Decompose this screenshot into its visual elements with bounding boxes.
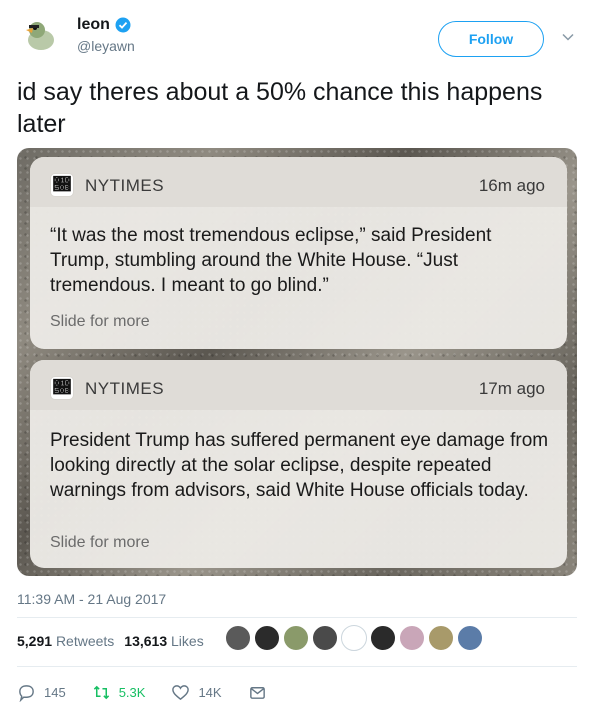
slide-hint: Slide for more bbox=[50, 313, 150, 330]
liker-avatar[interactable] bbox=[254, 625, 280, 651]
liker-avatars bbox=[225, 625, 483, 655]
user-handle[interactable]: @leyawn bbox=[77, 38, 135, 54]
retweet-count: 5.3K bbox=[118, 684, 146, 700]
reply-icon bbox=[19, 684, 34, 702]
tweet-actions: 145 5.3K 14K bbox=[17, 680, 293, 704]
nyt-logo-icon: 𝔋 bbox=[50, 376, 74, 400]
notification-time: 17m ago bbox=[478, 379, 545, 398]
tweet-header: leon @leyawn Follow bbox=[17, 8, 582, 68]
reply-button[interactable]: 145 bbox=[17, 683, 66, 702]
divider bbox=[17, 617, 577, 618]
notification-body: President Trump has suffered permanent e… bbox=[50, 430, 549, 501]
tweet-text: id say theres about a 50% chance this ha… bbox=[17, 78, 543, 138]
retweet-button[interactable]: 5.3K bbox=[92, 683, 146, 702]
liker-avatar[interactable] bbox=[428, 625, 454, 651]
retweet-icon bbox=[93, 685, 109, 699]
liker-avatar[interactable] bbox=[457, 625, 483, 651]
duck-avatar-icon[interactable] bbox=[21, 16, 61, 56]
nyt-logo-icon: 𝔋 bbox=[50, 173, 74, 197]
divider bbox=[17, 666, 577, 667]
envelope-icon bbox=[249, 686, 265, 699]
liker-avatar[interactable] bbox=[225, 625, 251, 651]
liker-avatar[interactable] bbox=[399, 625, 425, 651]
display-name[interactable]: leon bbox=[77, 16, 131, 34]
notification-app-name: NYTIMES bbox=[85, 379, 165, 398]
slide-hint: Slide for more bbox=[50, 534, 150, 551]
heart-icon bbox=[172, 684, 190, 700]
notification-app-name: NYTIMES bbox=[85, 176, 165, 195]
retweets-stat[interactable]: 5,291 Retweets bbox=[17, 633, 114, 649]
reply-count: 145 bbox=[44, 684, 66, 700]
tweet-stats: 5,291 Retweets 13,613 Likes bbox=[17, 633, 204, 649]
liker-avatar[interactable] bbox=[283, 625, 309, 651]
direct-message-button[interactable] bbox=[248, 683, 267, 702]
follow-button[interactable]: Follow bbox=[438, 21, 544, 57]
verified-badge-icon bbox=[115, 17, 131, 33]
liker-avatar[interactable] bbox=[312, 625, 338, 651]
liker-avatar[interactable] bbox=[370, 625, 396, 651]
tweet-timestamp[interactable]: 11:39 AM - 21 Aug 2017 bbox=[17, 591, 166, 607]
notification-card: 𝔋 NYTIMES 17m ago President Trump has su… bbox=[30, 360, 567, 568]
like-button[interactable]: 14K bbox=[171, 683, 222, 702]
like-count: 14K bbox=[198, 684, 222, 700]
notification-time: 16m ago bbox=[478, 176, 545, 195]
tweet-media[interactable]: 𝔋 NYTIMES 16m ago “It was the most treme… bbox=[17, 148, 577, 576]
liker-avatar[interactable] bbox=[341, 625, 367, 651]
notification-card: 𝔋 NYTIMES 16m ago “It was the most treme… bbox=[30, 157, 567, 349]
likes-stat[interactable]: 13,613 Likes bbox=[124, 633, 203, 649]
chevron-down-icon[interactable] bbox=[561, 30, 575, 44]
notification-body: “It was the most tremendous eclipse,” sa… bbox=[50, 225, 492, 296]
